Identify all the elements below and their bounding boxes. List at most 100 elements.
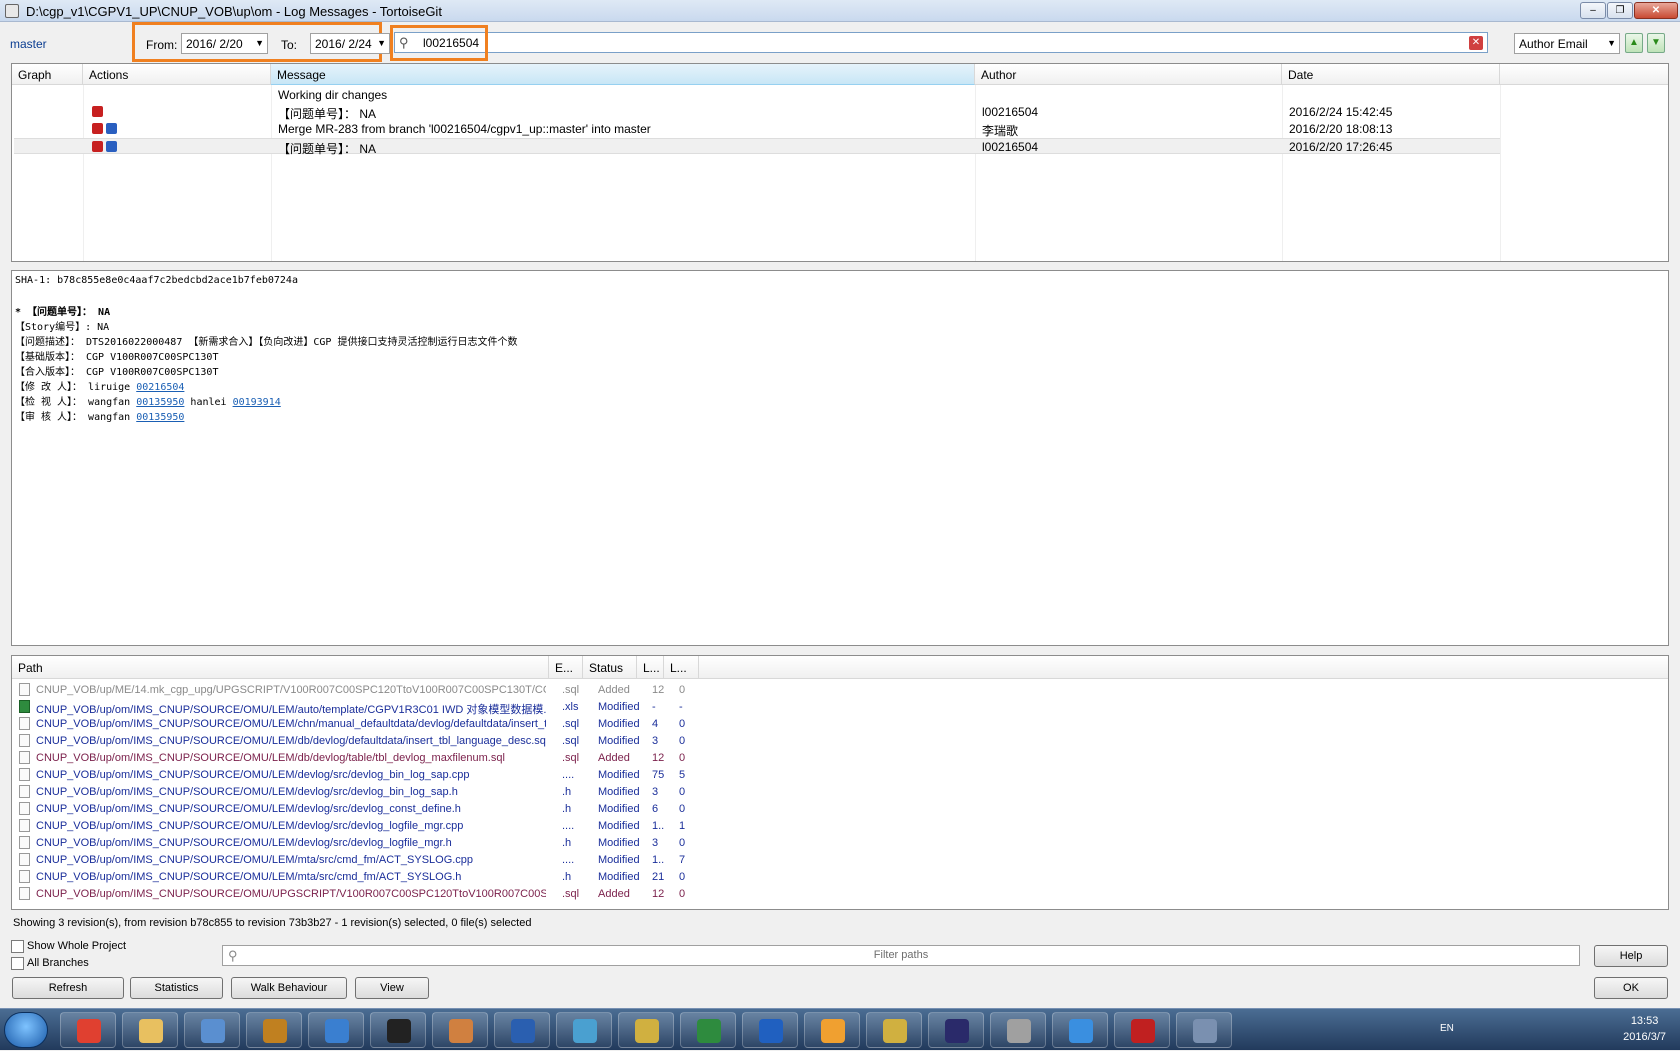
checker-link[interactable]: 00193914 [233, 397, 281, 408]
from-date-picker[interactable]: 2016/ 2/20 ▼ [181, 33, 268, 54]
log-row[interactable]: Working dir changes [14, 87, 1500, 103]
column-header-path[interactable]: Path [12, 656, 549, 679]
taskbar-button-ultraedit[interactable] [246, 1012, 302, 1048]
column-header-lines-removed[interactable]: L... [664, 656, 699, 679]
walk-behaviour-button[interactable]: Walk Behaviour [231, 977, 347, 999]
taskbar-button-excel[interactable] [680, 1012, 736, 1048]
reviewer-link[interactable]: 00135950 [136, 412, 184, 423]
show-whole-project-checkbox[interactable] [11, 940, 24, 953]
maximize-button[interactable]: ❐ [1607, 2, 1633, 19]
taskbar-button-app-network[interactable] [556, 1012, 612, 1048]
word-icon [511, 1019, 535, 1043]
column-header-lines-added[interactable]: L... [637, 656, 664, 679]
file-extension: .sql [562, 718, 580, 730]
clock[interactable]: 13:53 2016/3/7 [1623, 1013, 1666, 1045]
taskbar-button-ie[interactable] [1052, 1012, 1108, 1048]
file-row[interactable]: CNUP_VOB/up/ME/14.mk_cgp_upg/UPGSCRIPT/V… [17, 682, 697, 699]
branch-link[interactable]: master [10, 37, 47, 51]
taskbar-button-eclipse[interactable] [928, 1012, 984, 1048]
file-lines-removed: 1 [679, 820, 686, 832]
file-path: CNUP_VOB/up/om/IMS_CNUP/SOURCE/OMU/LEM/d… [36, 820, 464, 832]
column-header-status[interactable]: Status [583, 656, 637, 679]
log-row[interactable]: Merge MR-283 from branch 'l00216504/cgpv… [14, 121, 1500, 138]
column-header-graph[interactable]: Graph [12, 64, 83, 85]
column-header-extension[interactable]: E... [549, 656, 583, 679]
column-header-date[interactable]: Date [1282, 64, 1500, 85]
file-row[interactable]: CNUP_VOB/up/om/IMS_CNUP/SOURCE/OMU/LEM/c… [17, 716, 697, 733]
file-status: Modified [598, 769, 640, 781]
taskbar-button-word[interactable] [494, 1012, 550, 1048]
file-row[interactable]: CNUP_VOB/up/om/IMS_CNUP/SOURCE/OMU/LEM/d… [17, 767, 697, 784]
close-button[interactable]: ✕ [1634, 2, 1678, 19]
taskbar-button-search-doc[interactable] [184, 1012, 240, 1048]
file-icon [19, 887, 30, 900]
language-indicator[interactable]: EN [1440, 1023, 1454, 1034]
log-row[interactable]: 【问题单号】： NA l00216504 2016/2/24 15:42:45 [14, 104, 1500, 121]
start-button[interactable] [4, 1012, 48, 1048]
file-row[interactable]: CNUP_VOB/up/om/IMS_CNUP/SOURCE/OMU/LEM/d… [17, 784, 697, 801]
clear-search-icon[interactable]: ✕ [1469, 36, 1483, 50]
file-row[interactable]: CNUP_VOB/up/om/IMS_CNUP/SOURCE/OMU/LEM/d… [17, 733, 697, 750]
file-icon [19, 717, 30, 730]
commit-detail-pane[interactable]: SHA-1: b78c855e8e0c4aaf7c2bedcbd2ace1b7f… [11, 270, 1669, 646]
help-icon [759, 1019, 783, 1043]
file-row[interactable]: CNUP_VOB/up/om/IMS_CNUP/SOURCE/OMU/LEM/d… [17, 818, 697, 835]
taskbar-button-explorer[interactable] [122, 1012, 178, 1048]
file-status: Modified [598, 854, 640, 866]
commit-sha: SHA-1: b78c855e8e0c4aaf7c2bedcbd2ace1b7f… [15, 275, 298, 286]
file-row[interactable]: CNUP_VOB/up/om/IMS_CNUP/SOURCE/OMU/LEM/d… [17, 750, 697, 767]
file-row[interactable]: CNUP_VOB/up/om/IMS_CNUP/SOURCE/OMU/UPGSC… [17, 886, 697, 903]
file-row[interactable]: CNUP_VOB/up/om/IMS_CNUP/SOURCE/OMU/LEM/d… [17, 801, 697, 818]
log-list[interactable]: Graph Actions Message Author Date Workin… [11, 63, 1669, 262]
taskbar-button-paint[interactable] [432, 1012, 488, 1048]
file-extension: .sql [562, 735, 580, 747]
column-header-message[interactable]: Message [271, 64, 975, 85]
file-extension: .... [562, 854, 575, 866]
next-match-icon[interactable]: ▼ [1647, 33, 1665, 53]
previous-match-icon[interactable]: ▲ [1625, 33, 1643, 53]
refresh-button[interactable]: Refresh [12, 977, 124, 999]
taskbar-button-app-star[interactable] [308, 1012, 364, 1048]
taskbar-button-pdf[interactable] [1114, 1012, 1170, 1048]
all-branches-checkbox[interactable] [11, 957, 24, 970]
taskbar-button-tortoisegit[interactable] [1176, 1012, 1232, 1048]
taskbar-button-help-doc2[interactable] [866, 1012, 922, 1048]
modifier-link[interactable]: 00216504 [136, 382, 184, 393]
column-header-actions[interactable]: Actions [83, 64, 271, 85]
changed-files-list[interactable]: Path E... Status L... L... CNUP_VOB/up/M… [11, 655, 1669, 910]
file-lines-removed: 0 [679, 684, 686, 696]
taskbar-button-chrome[interactable] [60, 1012, 116, 1048]
search-input[interactable]: ⚲ l00216504 ✕ [394, 32, 1488, 53]
file-row[interactable]: CNUP_VOB/up/om/IMS_CNUP/SOURCE/OMU/LEM/a… [17, 699, 697, 716]
file-lines-added: 12 [652, 684, 665, 696]
log-row-selected[interactable]: 【问题单号】： NA l00216504 2016/2/20 17:26:45 [14, 138, 1500, 156]
help-button[interactable]: Help [1594, 945, 1668, 967]
taskbar: EN 13:53 2016/3/7 [0, 1008, 1680, 1050]
taskbar-button-app-orange[interactable] [804, 1012, 860, 1048]
taskbar-button-help-doc[interactable] [618, 1012, 674, 1048]
column-header-author[interactable]: Author [975, 64, 1282, 85]
to-date-picker[interactable]: 2016/ 2/24 ▼ [310, 33, 390, 54]
search-field-select[interactable]: Author Email ▼ [1514, 33, 1620, 54]
view-button[interactable]: View [355, 977, 429, 999]
taskbar-button-help[interactable] [742, 1012, 798, 1048]
file-row[interactable]: CNUP_VOB/up/om/IMS_CNUP/SOURCE/OMU/LEM/m… [17, 852, 697, 869]
statistics-button[interactable]: Statistics [130, 977, 223, 999]
eclipse-icon [945, 1019, 969, 1043]
checker-label: 【检 视 人】： wangfan [15, 397, 137, 408]
taskbar-button-cmd[interactable] [370, 1012, 426, 1048]
file-path: CNUP_VOB/up/om/IMS_CNUP/SOURCE/OMU/UPGSC… [36, 888, 546, 900]
chrome-icon [77, 1019, 101, 1043]
file-row[interactable]: CNUP_VOB/up/om/IMS_CNUP/SOURCE/OMU/LEM/d… [17, 835, 697, 852]
ok-button[interactable]: OK [1594, 977, 1668, 999]
taskbar-button-find[interactable] [990, 1012, 1046, 1048]
minimize-button[interactable]: – [1580, 2, 1606, 19]
file-icon [19, 751, 30, 764]
commit-base-version: 【基础版本】： CGP V100R007C00SPC130T [15, 352, 219, 363]
file-lines-removed: 0 [679, 752, 686, 764]
filter-paths-input[interactable]: ⚲ Filter paths [222, 945, 1580, 966]
file-lines-added: - [652, 701, 656, 713]
file-row[interactable]: CNUP_VOB/up/om/IMS_CNUP/SOURCE/OMU/LEM/m… [17, 869, 697, 886]
checker-link[interactable]: 00135950 [136, 397, 184, 408]
search-highlight [390, 25, 488, 61]
